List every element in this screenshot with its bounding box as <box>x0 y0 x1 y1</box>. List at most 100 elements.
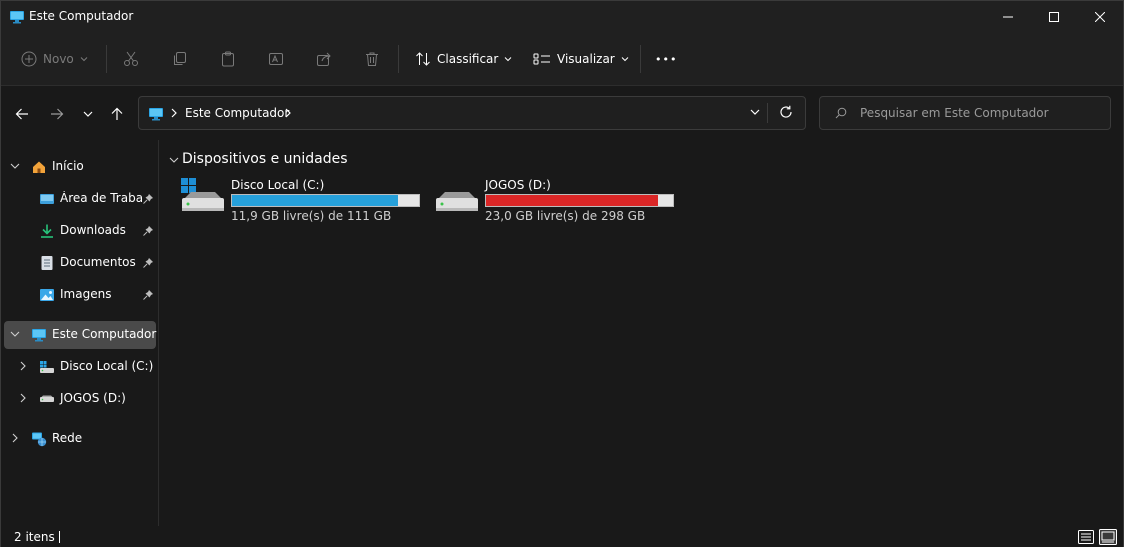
arrow-right-icon <box>51 108 64 120</box>
close-button[interactable] <box>1077 1 1123 33</box>
sidebar-item-drive-c[interactable]: Disco Local (C:) <box>1 353 157 381</box>
drive-usage-fill <box>232 195 399 206</box>
copy-icon <box>174 52 186 65</box>
command-bar: Novo Classificar Visualizar ••• <box>1 33 1123 86</box>
clipboard-icon <box>222 51 234 67</box>
drive-usage-fill <box>486 195 659 206</box>
sidebar-item-this-pc[interactable]: Este Computador <box>4 321 156 349</box>
sidebar-item-desktop[interactable]: Área de Trabalho <box>1 185 157 213</box>
drive-name: JOGOS (D:) <box>485 178 551 192</box>
chevron-right-icon[interactable] <box>284 107 292 119</box>
pictures-icon <box>40 289 54 301</box>
sidebar-item-drive-d[interactable]: JOGOS (D:) <box>1 385 157 413</box>
close-icon <box>1095 12 1105 22</box>
search-box[interactable]: Pesquisar em Este Computador <box>819 96 1111 130</box>
sidebar-item-label: Disco Local (C:) <box>60 359 154 373</box>
tiles-view-icon[interactable] <box>1099 529 1117 545</box>
rename-button[interactable] <box>268 47 284 71</box>
chevron-right-icon[interactable] <box>10 433 20 443</box>
drive-icon <box>40 395 54 402</box>
sidebar-item-label: Início <box>52 159 84 173</box>
back-button[interactable] <box>10 102 34 126</box>
drive-free-space: 11,9 GB livre(s) de 111 GB <box>231 209 392 223</box>
sidebar-item-pictures[interactable]: Imagens <box>1 281 157 309</box>
arrow-up-icon <box>111 107 123 120</box>
network-icon <box>32 432 47 447</box>
delete-button[interactable] <box>364 47 380 71</box>
pin-icon[interactable] <box>142 289 154 301</box>
chevron-down-icon <box>80 57 88 62</box>
chevron-right-icon[interactable] <box>18 393 28 403</box>
new-label: Novo <box>43 52 74 66</box>
copy-button[interactable] <box>172 47 188 71</box>
group-header[interactable]: Dispositivos e unidades <box>182 151 348 167</box>
trash-icon <box>366 52 378 66</box>
minimize-button[interactable] <box>985 1 1031 33</box>
sort-button[interactable]: Classificar <box>415 47 512 71</box>
forward-button[interactable] <box>45 102 69 126</box>
refresh-icon[interactable] <box>779 105 793 119</box>
toolbar-divider <box>398 45 399 73</box>
breadcrumb-current[interactable]: Este Computador <box>185 106 289 120</box>
chevron-right-icon[interactable] <box>18 361 28 371</box>
sidebar-item-label: Área de Trabalho <box>60 191 142 205</box>
recent-locations-button[interactable] <box>76 102 100 126</box>
sort-label: Classificar <box>437 52 499 66</box>
chevron-down-icon <box>505 57 512 62</box>
sidebar-item-home[interactable]: Início <box>1 153 157 181</box>
window-title: Este Computador <box>29 9 134 23</box>
maximize-icon <box>1049 12 1059 22</box>
sidebar-item-label: Downloads <box>60 223 126 237</box>
sidebar-item-label: Imagens <box>60 287 112 301</box>
sort-icon <box>416 52 430 66</box>
pin-icon[interactable] <box>142 257 154 269</box>
drive-tile-c[interactable]: Disco Local (C:) 11,9 GB livre(s) de 111… <box>181 176 431 224</box>
view-list-icon <box>533 53 550 65</box>
sidebar-item-network[interactable]: Rede <box>1 425 157 453</box>
view-button[interactable]: Visualizar <box>533 47 629 71</box>
sidebar-item-label: JOGOS (D:) <box>60 391 126 405</box>
chevron-down-icon[interactable] <box>749 106 761 118</box>
plus-circle-icon <box>21 51 37 67</box>
search-placeholder: Pesquisar em Este Computador <box>860 106 1049 120</box>
share-button[interactable] <box>316 47 332 71</box>
drive-c-icon <box>40 361 54 373</box>
details-view-icon[interactable] <box>1077 529 1095 545</box>
sidebar-item-label: Documentos <box>60 255 136 269</box>
address-bar[interactable]: Este Computador <box>138 96 806 130</box>
status-bar: 2 itens <box>1 526 1123 547</box>
chevron-down-icon[interactable] <box>169 155 179 165</box>
chevron-down-icon <box>83 111 93 117</box>
content-pane: Dispositivos e unidades Disco Local (C:)… <box>161 140 1123 526</box>
cut-button[interactable] <box>123 47 139 71</box>
new-button[interactable]: Novo <box>21 47 88 71</box>
drive-usage-bar <box>485 194 674 207</box>
drive-icon <box>436 192 478 211</box>
chevron-right-icon[interactable] <box>170 107 178 119</box>
paste-button[interactable] <box>220 47 236 71</box>
maximize-button[interactable] <box>1031 1 1077 33</box>
toolbar-divider <box>106 45 107 73</box>
desktop-icon <box>40 194 54 204</box>
pin-icon[interactable] <box>142 225 154 237</box>
view-label: Visualizar <box>557 52 615 66</box>
sidebar-item-downloads[interactable]: Downloads <box>1 217 157 245</box>
rename-icon <box>269 53 283 65</box>
drive-tile-d[interactable]: JOGOS (D:) 23,0 GB livre(s) de 298 GB <box>435 176 685 224</box>
sidebar-item-documents[interactable]: Documentos <box>1 249 157 277</box>
share-icon <box>317 52 331 66</box>
drive-free-space: 23,0 GB livre(s) de 298 GB <box>485 209 646 223</box>
arrow-left-icon <box>15 108 28 120</box>
drive-c-icon <box>181 178 224 211</box>
more-options-button[interactable]: ••• <box>655 47 677 71</box>
pin-icon[interactable] <box>142 193 154 205</box>
home-icon <box>33 161 45 173</box>
navigation-pane: Início Área de Trabalho Downloads Docume… <box>1 140 159 526</box>
chevron-down-icon[interactable] <box>10 161 20 171</box>
document-icon <box>41 256 53 270</box>
chevron-down-icon[interactable] <box>10 329 20 339</box>
drive-name: Disco Local (C:) <box>231 178 325 192</box>
download-icon <box>41 224 53 238</box>
up-button[interactable] <box>105 102 129 126</box>
scissors-icon <box>124 51 138 66</box>
